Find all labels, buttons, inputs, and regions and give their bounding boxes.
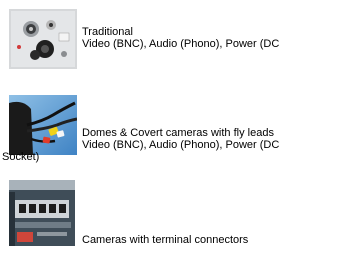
item-description: Video (BNC), Audio (Phono), Power (DC (82, 139, 280, 151)
connector-panel-image (9, 9, 77, 69)
terminal-connector-image (9, 180, 75, 246)
item-description: Video (BNC), Audio (Phono), Power (DC (82, 38, 280, 50)
fly-lead-cables-image (9, 95, 77, 155)
item-description-continuation: Socket) (2, 151, 40, 163)
item-title: Cameras with terminal connectors (82, 234, 249, 246)
item-title: Domes & Covert cameras with fly leads (82, 127, 274, 139)
item-title: Traditional (82, 26, 133, 38)
